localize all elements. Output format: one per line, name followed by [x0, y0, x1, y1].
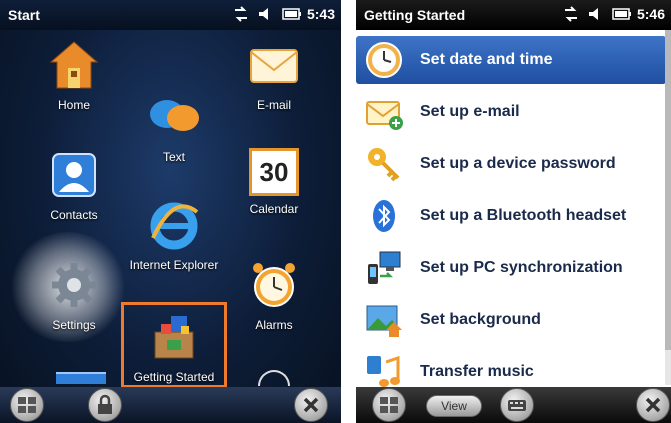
list-item-label: Transfer music	[420, 363, 534, 380]
partial-tile	[56, 372, 106, 384]
tile-label: Text	[162, 150, 185, 164]
scrollbar-thumb[interactable]	[665, 30, 671, 350]
status-bar: Start 5:43	[0, 0, 341, 30]
gear-icon	[47, 258, 101, 312]
home-icon	[47, 38, 101, 92]
tile-label: Internet Explorer	[129, 258, 219, 272]
list-item-set-date-time[interactable]: Set date and time	[356, 36, 666, 84]
screen-title: Start	[8, 7, 40, 23]
internet-explorer-icon	[147, 198, 201, 252]
tile-text[interactable]: Text	[126, 90, 222, 164]
windows-logo-icon	[380, 397, 398, 413]
keyboard-icon	[508, 400, 526, 411]
close-button[interactable]	[294, 388, 328, 422]
highlight-frame	[121, 302, 227, 388]
key-icon	[364, 144, 404, 184]
close-icon	[645, 397, 661, 413]
tile-internet-explorer[interactable]: Internet Explorer	[126, 198, 222, 272]
tile-contacts[interactable]: Contacts	[26, 148, 122, 222]
tile-home[interactable]: Home	[26, 38, 122, 112]
list-item-set-background[interactable]: Set background	[356, 296, 666, 344]
list-item-label: Set up PC synchronization	[420, 259, 623, 276]
status-bar: Getting Started 5:46	[356, 0, 671, 30]
sync-icon	[364, 248, 404, 288]
view-button[interactable]: View	[426, 395, 482, 417]
calendar-day: 30	[259, 156, 289, 187]
close-icon	[303, 397, 319, 413]
list-item-set-up-pc-sync[interactable]: Set up PC synchronization	[356, 244, 666, 292]
getting-started-screen: Getting Started 5:46 Set date and time S…	[356, 0, 671, 423]
tile-label: E-mail	[256, 98, 291, 112]
battery-icon	[612, 6, 631, 22]
envelope-icon	[364, 92, 404, 132]
tile-alarms[interactable]: Alarms	[226, 258, 322, 332]
windows-logo-icon	[18, 397, 36, 413]
partial-tile	[258, 370, 290, 386]
lock-button[interactable]	[88, 388, 122, 422]
alarm-clock-icon	[247, 258, 301, 312]
tile-label: Alarms	[255, 318, 293, 332]
scrollbar[interactable]	[665, 30, 671, 385]
keyboard-button[interactable]	[500, 388, 534, 422]
speaker-icon	[587, 6, 605, 22]
clock-time: 5:43	[306, 6, 335, 22]
list-item-label: Set up e-mail	[420, 103, 520, 120]
list-item-label: Set up a device password	[420, 155, 616, 172]
start-screen: Start 5:43 Home Text E-mail Contacts 30 …	[0, 0, 341, 423]
background-icon	[364, 300, 404, 340]
screen-title: Getting Started	[364, 7, 466, 23]
list-item-label: Set background	[420, 311, 541, 328]
list-item-label: Set up a Bluetooth headset	[420, 207, 627, 224]
soft-key-bar: View	[356, 387, 671, 423]
clock-icon	[364, 40, 404, 80]
clock-time: 5:46	[636, 6, 665, 22]
connectivity-icon	[562, 6, 580, 22]
windows-start-button[interactable]	[372, 388, 406, 422]
tile-label: Calendar	[249, 202, 299, 216]
windows-start-button[interactable]	[10, 388, 44, 422]
music-icon	[364, 352, 404, 392]
list-item-set-up-bluetooth-headset[interactable]: Set up a Bluetooth headset	[356, 192, 666, 240]
tile-email[interactable]: E-mail	[226, 38, 322, 112]
envelope-icon	[247, 38, 301, 92]
tile-calendar[interactable]: 30 Calendar	[226, 148, 322, 216]
list-item-label: Set date and time	[420, 51, 553, 68]
list-item-set-up-device-password[interactable]: Set up a device password	[356, 140, 666, 188]
connectivity-icon	[232, 6, 250, 22]
contact-card-icon	[47, 148, 101, 202]
calendar-icon: 30	[249, 148, 299, 196]
soft-key-bar	[0, 387, 341, 423]
speaker-icon	[257, 6, 275, 22]
close-button[interactable]	[636, 388, 670, 422]
tile-label: Contacts	[50, 208, 98, 222]
speech-bubbles-icon	[147, 90, 201, 144]
bluetooth-icon	[364, 196, 404, 236]
list-item-set-up-email[interactable]: Set up e-mail	[356, 88, 666, 136]
battery-icon	[282, 6, 301, 22]
tile-label: Settings	[52, 318, 96, 332]
tile-settings[interactable]: Settings	[26, 258, 122, 332]
lock-icon	[98, 394, 112, 414]
tile-label: Home	[57, 98, 90, 112]
